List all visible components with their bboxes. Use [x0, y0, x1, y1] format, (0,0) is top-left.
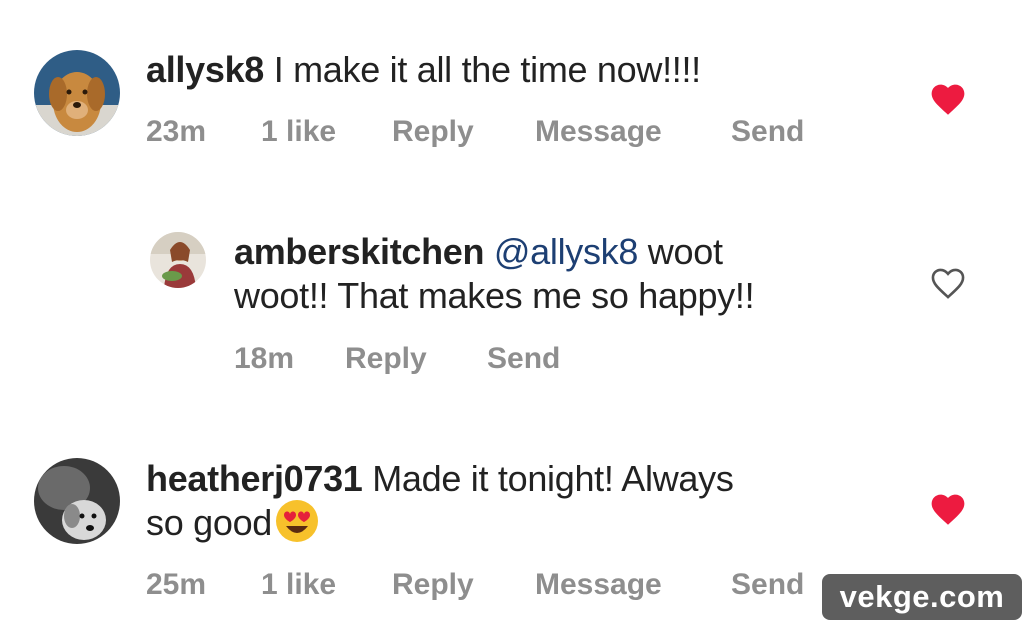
avatar[interactable]	[150, 232, 206, 288]
reply-button[interactable]: Reply	[345, 342, 427, 376]
timestamp: 25m	[146, 568, 207, 601]
watermark: vekge.com	[822, 574, 1022, 620]
like-button[interactable]	[928, 80, 968, 116]
like-button[interactable]	[928, 490, 968, 526]
like-count[interactable]: 1 like	[261, 115, 336, 149]
dog-avatar-icon	[34, 50, 120, 136]
comment-1: allysk8 I make it all the time now!!!! 2…	[0, 0, 1024, 200]
like-count[interactable]: 1 like	[261, 568, 336, 602]
mention-link[interactable]: @allysk8	[484, 231, 639, 272]
comment-body-line2: so good	[146, 502, 273, 543]
person-avatar-icon	[150, 232, 206, 288]
reply-comment: amberskitchen @allysk8 woot woot!! That …	[0, 200, 1024, 420]
heart-eyes-emoji-icon	[274, 498, 320, 544]
heart-filled-icon	[931, 494, 965, 525]
timestamp: 18m	[234, 342, 295, 375]
avatar[interactable]	[34, 50, 120, 136]
comment-body: I make it all the time now!!!!	[264, 49, 701, 90]
avatar[interactable]	[34, 458, 120, 544]
message-button[interactable]: Message	[535, 115, 662, 149]
send-button[interactable]: Send	[731, 568, 804, 602]
username[interactable]: heatherj0731	[146, 458, 363, 499]
comment-text: heatherj0731 Made it tonight! Always so …	[146, 457, 734, 548]
comment-text: amberskitchen @allysk8 woot woot!! That …	[234, 230, 755, 318]
username[interactable]: amberskitchen	[234, 231, 485, 272]
comment-body: woot	[638, 231, 723, 272]
dog-bw-avatar-icon	[34, 458, 120, 544]
comment-text: allysk8 I make it all the time now!!!!	[146, 48, 701, 92]
send-button[interactable]: Send	[731, 115, 804, 149]
heart-filled-icon	[931, 84, 965, 115]
heart-outline-icon	[931, 268, 965, 299]
send-button[interactable]: Send	[487, 342, 560, 376]
username[interactable]: allysk8	[146, 49, 264, 90]
timestamp: 23m	[146, 115, 207, 148]
reply-button[interactable]: Reply	[392, 115, 474, 149]
reply-button[interactable]: Reply	[392, 568, 474, 602]
comment-body-line2: woot!! That makes me so happy!!	[234, 275, 755, 316]
message-button[interactable]: Message	[535, 568, 662, 602]
like-button[interactable]	[928, 264, 968, 300]
comment-body: Made it tonight! Always	[362, 458, 734, 499]
